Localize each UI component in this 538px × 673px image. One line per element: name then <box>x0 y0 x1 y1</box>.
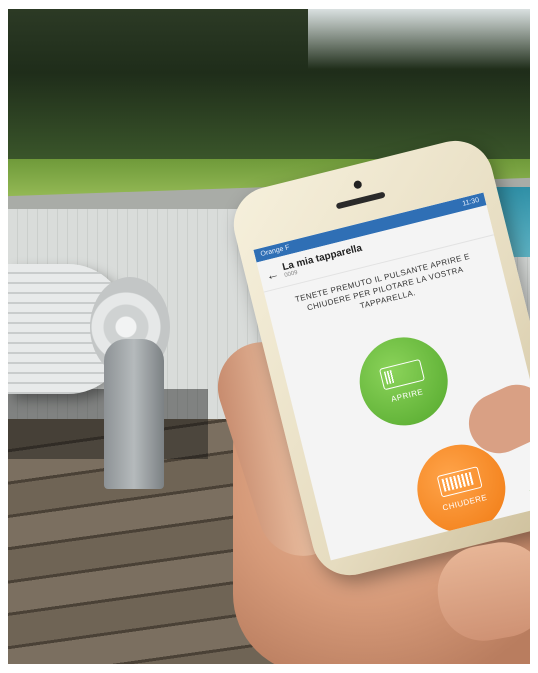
open-button-label: APRIRE <box>390 386 425 404</box>
camera-icon <box>352 179 363 190</box>
shutter-closed-icon <box>436 465 483 498</box>
earpiece <box>335 191 386 210</box>
photo: Orange F 11:30 ← La mia tapparella 0009 … <box>8 9 530 664</box>
roller-bracket <box>104 339 164 489</box>
background-sky <box>308 9 530 69</box>
shutter-open-icon <box>378 358 425 390</box>
open-button[interactable]: APRIRE <box>350 328 458 435</box>
